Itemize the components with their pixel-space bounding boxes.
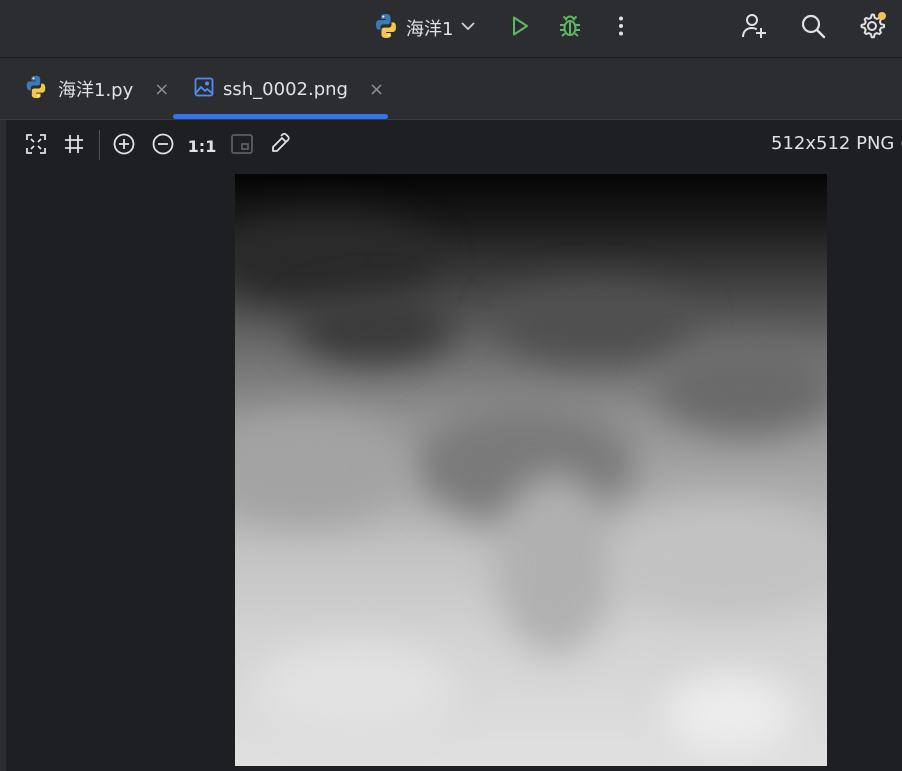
add-user-icon [739,11,769,45]
settings-button[interactable] [854,10,890,46]
color-picker-button[interactable] [266,132,294,160]
image-texture [255,644,455,734]
fit-zoom-icon [25,133,47,159]
image-file-icon [194,77,214,101]
run-button[interactable] [502,10,538,46]
actual-size-button[interactable]: 1:1 [187,132,217,160]
gear-icon [857,11,887,45]
image-info-label: 512x512 PNG ( [771,133,902,154]
image-texture [495,474,615,654]
run-configuration-label: 海洋1 [406,19,454,40]
active-tab-indicator [173,114,388,119]
zoom-in-icon [112,132,136,160]
image-texture [495,284,695,364]
image-editor-toolbar: 1:1 512x512 PNG ( [6,120,902,172]
toggle-grid-button[interactable] [60,132,88,160]
tab-haiyang1-py[interactable]: 海洋1.py × [23,71,169,107]
zoom-out-button[interactable] [149,132,177,160]
more-actions-button[interactable] [603,10,639,46]
debug-button[interactable] [552,10,588,46]
editor-gutter [0,120,6,771]
chessboard-icon [230,132,254,160]
color-picker-icon [268,132,292,160]
image-editor: 1:1 512x512 PNG ( [0,120,902,771]
bug-icon [557,13,583,43]
python-icon [372,12,400,44]
ide-window: 海洋1 海洋1.py × ssh_0002.png × 1:1 512x512 … [0,0,902,771]
zoom-in-button[interactable] [110,132,138,160]
image-texture [235,214,435,304]
code-with-me-button[interactable] [736,10,772,46]
image-texture [295,294,455,364]
grid-icon [63,133,85,159]
tab-label: 海洋1.py [58,80,134,101]
more-vertical-icon [609,14,633,42]
image-texture [235,414,405,524]
image-texture [655,344,827,434]
search-icon [799,12,827,44]
zoom-to-fit-button[interactable] [22,132,50,160]
editor-tab-bar: 海洋1.py × ssh_0002.png × [0,57,902,120]
python-icon [23,74,49,104]
main-toolbar: 海洋1 [0,0,902,57]
chessboard-button[interactable] [228,132,256,160]
close-icon[interactable]: × [154,79,169,100]
toolbar-separator [99,130,100,160]
tab-label: ssh_0002.png [223,78,348,100]
close-icon[interactable]: × [369,79,384,100]
run-configuration-selector[interactable]: 海洋1 [372,11,477,45]
run-icon [508,14,532,42]
image-texture [615,504,827,614]
zoom-out-icon [151,132,175,160]
image-texture [665,674,795,754]
search-everywhere-button[interactable] [795,10,831,46]
chevron-down-icon [459,17,477,39]
tab-ssh-0002-png[interactable]: ssh_0002.png × [194,71,384,107]
image-preview [235,174,827,766]
